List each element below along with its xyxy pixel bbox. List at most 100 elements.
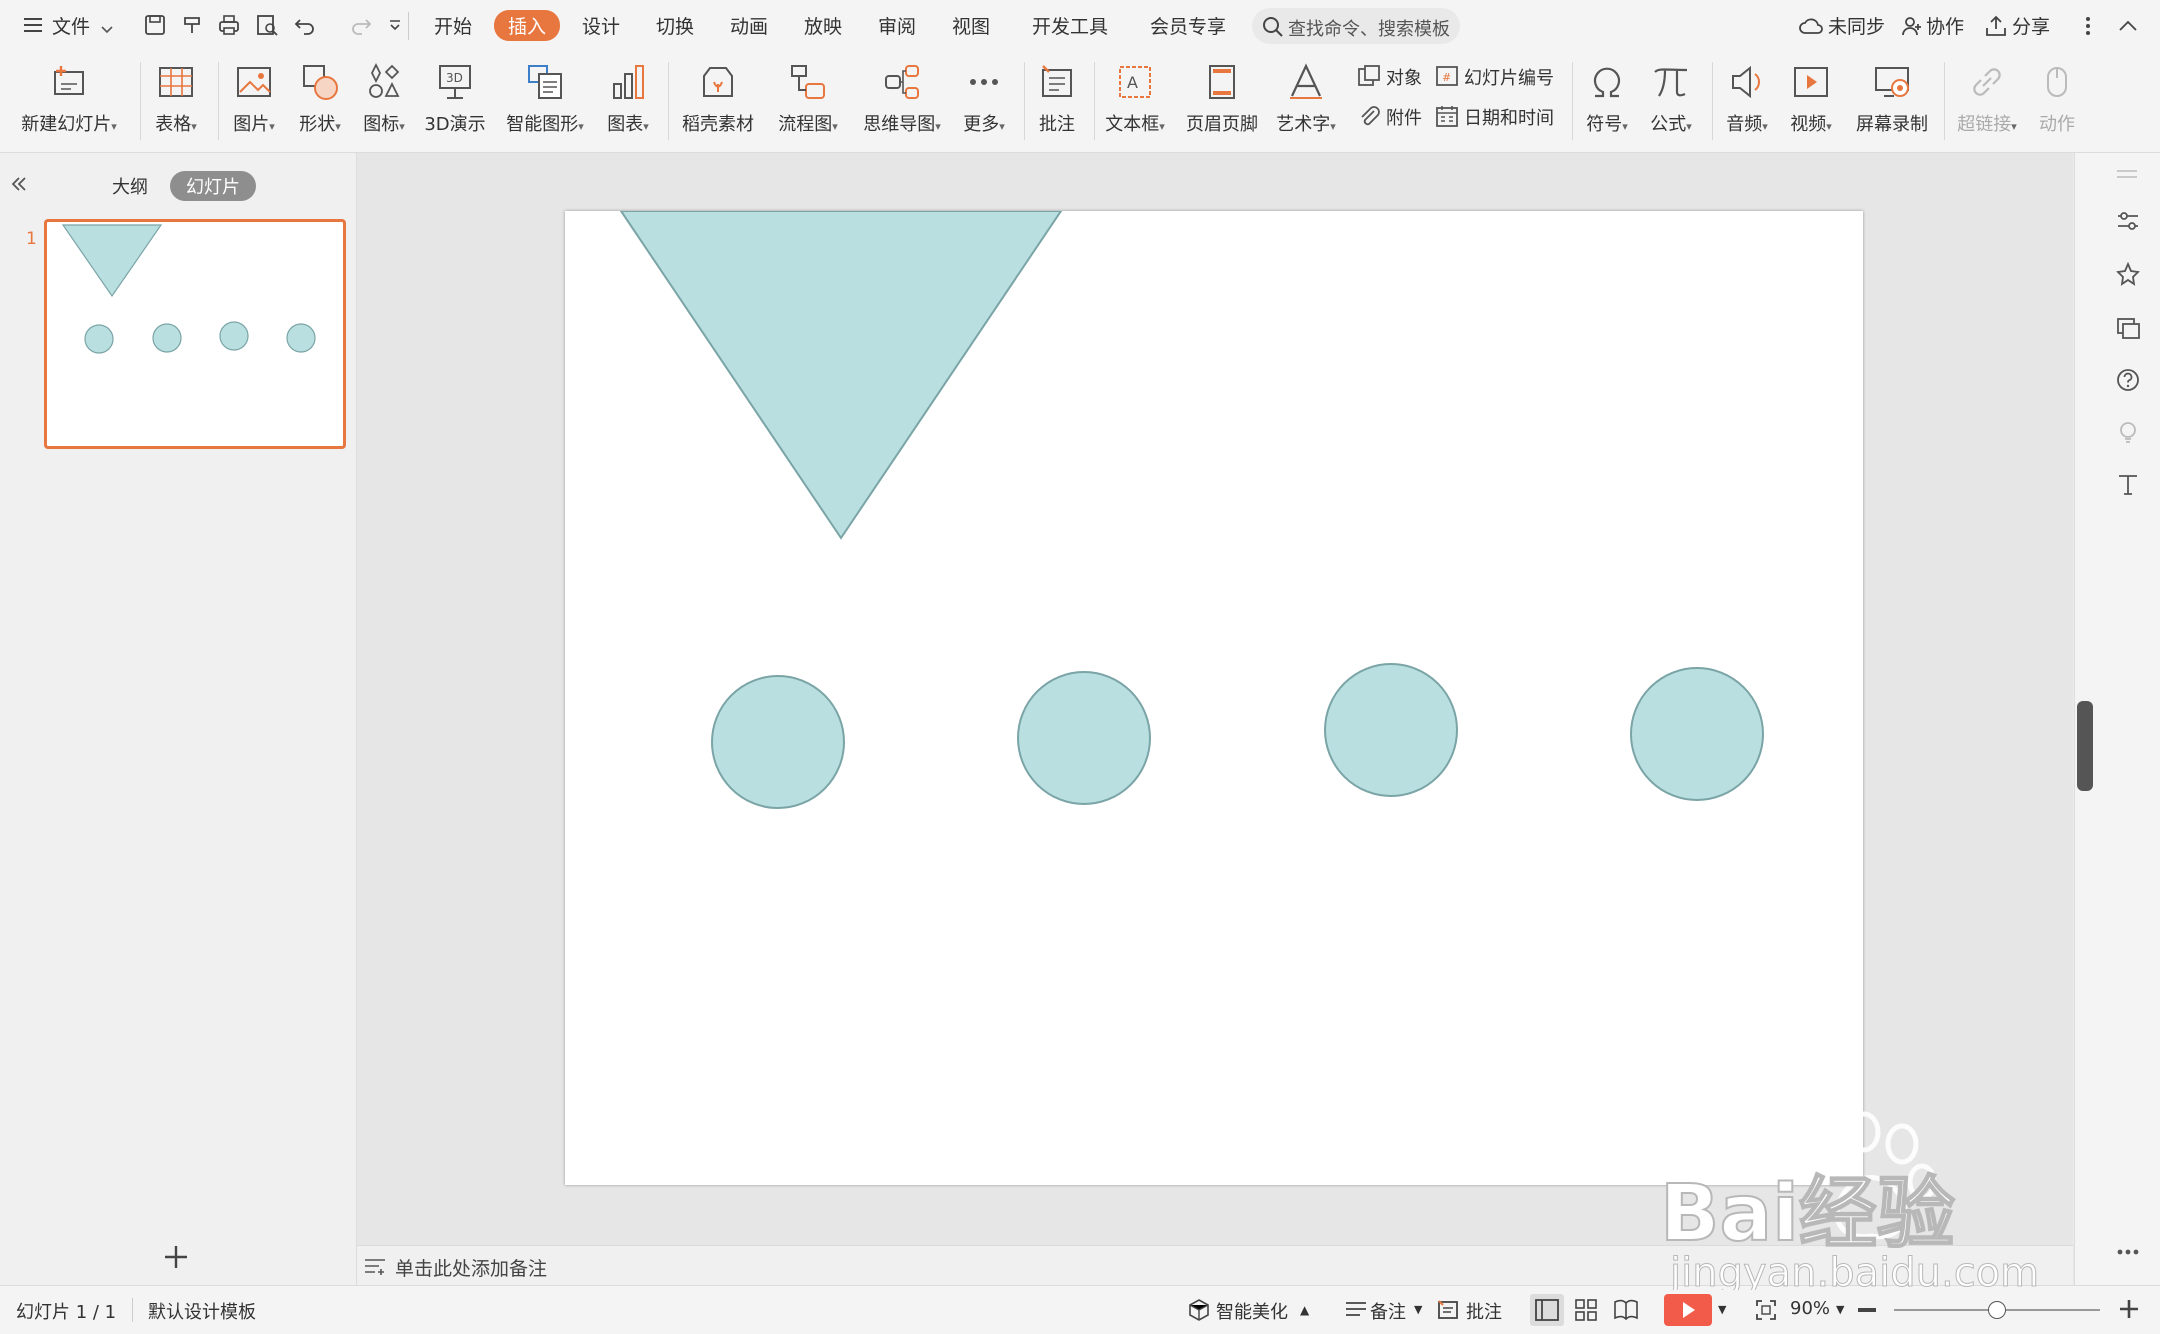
share-icon[interactable] bbox=[1984, 14, 2008, 38]
slide-shape-circle[interactable] bbox=[1630, 667, 1764, 801]
notes-toggle-button[interactable]: 备注 bbox=[1370, 1298, 1406, 1324]
insert-3d-button[interactable]: 3D 3D演示 bbox=[422, 58, 488, 144]
slide-shape-circle[interactable] bbox=[711, 675, 845, 809]
slide-shape-triangle[interactable] bbox=[619, 210, 1063, 540]
tab-member[interactable]: 会员专享 bbox=[1150, 12, 1226, 39]
play-slideshow-button[interactable] bbox=[1664, 1294, 1712, 1326]
help-icon[interactable] bbox=[2115, 367, 2141, 393]
caret-up-icon[interactable]: ▲ bbox=[1300, 1303, 1309, 1317]
wordart-button[interactable]: 艺术字▾ bbox=[1270, 58, 1342, 144]
tab-animation[interactable]: 动画 bbox=[730, 12, 768, 39]
video-button[interactable]: 视频▾ bbox=[1784, 58, 1838, 144]
caret-down-icon[interactable]: ▼ bbox=[1718, 1303, 1726, 1316]
notes-placeholder[interactable]: 单击此处添加备注 bbox=[395, 1254, 547, 1281]
more-button[interactable]: 更多▾ bbox=[956, 58, 1012, 144]
tab-design[interactable]: 设计 bbox=[582, 12, 620, 39]
attachment-button[interactable]: 附件 bbox=[1356, 100, 1446, 134]
add-slide-icon[interactable] bbox=[162, 1243, 190, 1271]
collaborate-button[interactable]: 协作 bbox=[1926, 12, 1964, 39]
insert-table-button[interactable]: 表格▾ bbox=[146, 58, 206, 144]
tab-home[interactable]: 开始 bbox=[434, 12, 472, 39]
slide-shape-circle[interactable] bbox=[1324, 663, 1458, 797]
comment-toggle-button[interactable]: 批注 bbox=[1466, 1298, 1502, 1324]
notes-toggle-icon[interactable] bbox=[1344, 1300, 1368, 1320]
collapse-ribbon-icon[interactable] bbox=[2116, 14, 2140, 38]
tab-view[interactable]: 视图 bbox=[952, 12, 990, 39]
search-box[interactable]: 查找命令、搜索模板 bbox=[1252, 8, 1460, 44]
caret-down-icon[interactable]: ▼ bbox=[1836, 1303, 1844, 1316]
datetime-button[interactable]: 日期和时间 bbox=[1434, 100, 1564, 134]
mindmap-button[interactable]: 思维导图▾ bbox=[854, 58, 950, 144]
customize-toolbar-icon[interactable] bbox=[382, 12, 408, 38]
tab-review[interactable]: 审阅 bbox=[878, 12, 916, 39]
slide-shape-circle[interactable] bbox=[1017, 671, 1151, 805]
print-preview-icon[interactable] bbox=[254, 12, 280, 38]
reading-view-icon[interactable] bbox=[1612, 1296, 1640, 1324]
text-tool-icon[interactable] bbox=[2115, 471, 2141, 497]
symbol-button[interactable]: 符号▾ bbox=[1580, 58, 1634, 144]
slide-canvas[interactable] bbox=[565, 210, 1863, 1185]
side-toolbar-handle[interactable] bbox=[2077, 701, 2093, 791]
slide-number-button[interactable]: # 幻灯片编号 bbox=[1434, 60, 1564, 94]
audio-button[interactable]: 音频▾ bbox=[1720, 58, 1774, 144]
comment-toggle-icon[interactable] bbox=[1436, 1298, 1460, 1322]
slide-thumbnail[interactable] bbox=[44, 219, 346, 449]
header-footer-button[interactable]: 页眉页脚 bbox=[1180, 58, 1264, 144]
beautify-icon[interactable] bbox=[1188, 1298, 1210, 1322]
daoke-material-button[interactable]: 稻壳素材 bbox=[676, 58, 760, 144]
new-slide-button[interactable]: 新建幻灯片▾ bbox=[14, 58, 124, 144]
normal-view-button[interactable] bbox=[1530, 1294, 1564, 1326]
tab-transition[interactable]: 切换 bbox=[656, 12, 694, 39]
tab-insert[interactable]: 插入 bbox=[494, 10, 561, 41]
zoom-in-icon[interactable] bbox=[2118, 1298, 2140, 1320]
textbox-button[interactable]: A 文本框▾ bbox=[1100, 58, 1170, 144]
collaborate-icon[interactable] bbox=[1900, 14, 1924, 38]
redo-icon[interactable] bbox=[348, 12, 374, 38]
tab-slides[interactable]: 幻灯片 bbox=[170, 171, 256, 201]
sync-status[interactable]: 未同步 bbox=[1828, 12, 1885, 39]
lightbulb-icon[interactable] bbox=[2115, 419, 2141, 445]
insert-chart-button[interactable]: 图表▾ bbox=[598, 58, 658, 144]
file-menu[interactable]: 文件 bbox=[52, 12, 90, 39]
flowchart-button[interactable]: 流程图▾ bbox=[770, 58, 846, 144]
hamburger-icon[interactable] bbox=[22, 14, 44, 36]
animation-star-icon[interactable] bbox=[2115, 261, 2141, 287]
tab-slideshow[interactable]: 放映 bbox=[804, 12, 842, 39]
more-options-icon[interactable] bbox=[2080, 14, 2096, 38]
3d-demo-icon: 3D bbox=[435, 62, 475, 102]
cloud-sync-icon[interactable] bbox=[1798, 14, 1824, 38]
zoom-level[interactable]: 90% bbox=[1790, 1298, 1830, 1319]
print-icon[interactable] bbox=[216, 12, 242, 38]
hyperlink-button[interactable]: 超链接▾ bbox=[1952, 58, 2022, 144]
screen-record-button[interactable]: 屏幕录制 bbox=[1852, 58, 1932, 144]
comment-button[interactable]: 批注 bbox=[1030, 58, 1084, 144]
slide-switch-icon[interactable] bbox=[2115, 315, 2141, 341]
formula-button[interactable]: 公式▾ bbox=[1644, 58, 1698, 144]
collapse-pane-icon[interactable] bbox=[8, 173, 30, 195]
properties-icon[interactable] bbox=[2115, 209, 2141, 235]
tab-outline[interactable]: 大纲 bbox=[112, 173, 148, 199]
insert-smartart-button[interactable]: 智能图形▾ bbox=[500, 58, 590, 144]
fit-to-window-icon[interactable] bbox=[1754, 1298, 1778, 1322]
panel-handle-icon[interactable] bbox=[2115, 167, 2139, 183]
sorter-view-icon[interactable] bbox=[1572, 1296, 1600, 1324]
insert-shape-button[interactable]: 形状▾ bbox=[290, 58, 350, 144]
format-painter-icon[interactable] bbox=[180, 12, 206, 38]
template-name[interactable]: 默认设计模板 bbox=[148, 1298, 256, 1324]
share-button[interactable]: 分享 bbox=[2012, 12, 2050, 39]
insert-icon-button[interactable]: 图标▾ bbox=[354, 58, 414, 144]
zoom-out-icon[interactable] bbox=[1858, 1308, 1876, 1312]
undo-icon[interactable] bbox=[292, 12, 318, 38]
action-button[interactable]: 动作 bbox=[2030, 58, 2084, 144]
object-button[interactable]: 对象 bbox=[1356, 60, 1446, 94]
tab-developer[interactable]: 开发工具 bbox=[1032, 12, 1108, 39]
zoom-slider-thumb[interactable] bbox=[1988, 1301, 2006, 1319]
insert-picture-button[interactable]: 图片▾ bbox=[224, 58, 284, 144]
save-icon[interactable] bbox=[142, 12, 168, 38]
comment-icon bbox=[1037, 62, 1077, 102]
more-options-icon[interactable] bbox=[2115, 1243, 2141, 1255]
caret-down-icon[interactable]: ▼ bbox=[1414, 1303, 1422, 1316]
smart-beautify-button[interactable]: 智能美化 bbox=[1216, 1298, 1288, 1324]
zoom-slider[interactable] bbox=[1894, 1301, 2100, 1319]
chevron-down-icon[interactable] bbox=[100, 20, 114, 34]
